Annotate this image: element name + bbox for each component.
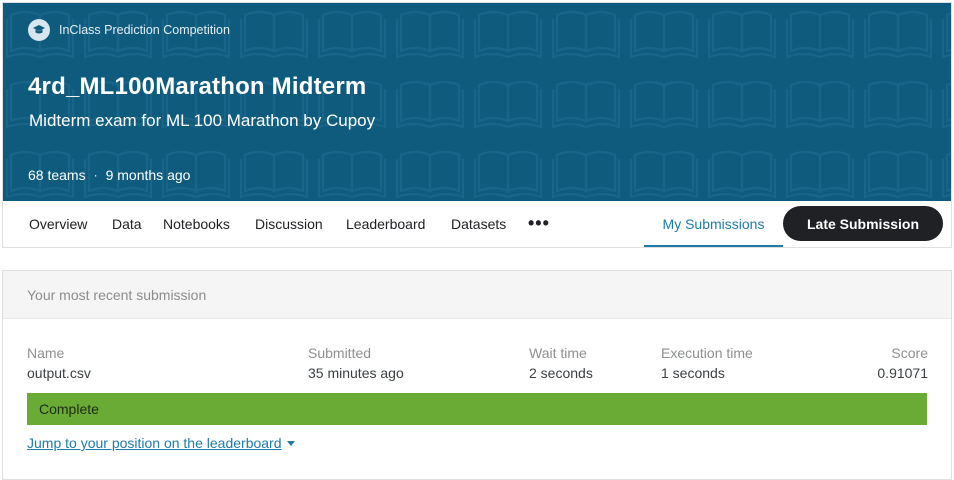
- submission-name-column: Name output.csv: [27, 345, 91, 381]
- tab-leaderboard[interactable]: Leaderboard: [346, 201, 425, 247]
- competition-tabs: Overview Data Notebooks Discussion Leade…: [3, 201, 951, 247]
- submission-status-bar: Complete: [27, 393, 927, 425]
- teams-count: 68 teams: [28, 167, 86, 183]
- caret-down-icon: [286, 440, 295, 446]
- competition-type-row: InClass Prediction Competition: [28, 19, 230, 41]
- submitted-label: Submitted: [308, 345, 372, 361]
- submitted-value: 35 minutes ago: [308, 365, 404, 381]
- name-value: output.csv: [27, 365, 91, 381]
- competition-banner: InClass Prediction Competition 4rd_ML100…: [3, 3, 951, 201]
- execution-time-label: Execution time: [661, 345, 753, 361]
- tab-discussion[interactable]: Discussion: [255, 201, 323, 247]
- competition-subtitle: Midterm exam for ML 100 Marathon by Cupo…: [29, 111, 376, 130]
- score-label: Score: [891, 345, 928, 361]
- submission-submitted-column: Submitted 35 minutes ago: [308, 345, 404, 381]
- jump-link-label: Jump to your position on the leaderboard: [27, 435, 282, 451]
- tab-my-submissions[interactable]: My Submissions: [644, 201, 783, 247]
- graduation-cap-icon: [28, 19, 50, 41]
- recent-submission-card: Your most recent submission Name output.…: [2, 270, 952, 480]
- wait-time-label: Wait time: [529, 345, 587, 361]
- wait-time-value: 2 seconds: [529, 365, 593, 381]
- submission-score-column: Score 0.91071: [877, 345, 928, 381]
- recent-submission-header: Your most recent submission: [3, 271, 951, 319]
- tab-data[interactable]: Data: [112, 201, 142, 247]
- late-submission-button[interactable]: Late Submission: [783, 206, 943, 241]
- submission-wait-column: Wait time 2 seconds: [529, 345, 593, 381]
- name-label: Name: [27, 345, 65, 361]
- tab-overview[interactable]: Overview: [29, 201, 87, 247]
- competition-meta: 68 teams · 9 months ago: [28, 167, 190, 183]
- tab-notebooks[interactable]: Notebooks: [163, 201, 230, 247]
- tab-datasets[interactable]: Datasets: [451, 201, 506, 247]
- competition-type-label: InClass Prediction Competition: [59, 23, 230, 37]
- execution-time-value: 1 seconds: [661, 365, 725, 381]
- score-value: 0.91071: [877, 365, 928, 381]
- competition-age: 9 months ago: [105, 167, 191, 183]
- meta-separator: ·: [93, 168, 98, 182]
- submission-execution-column: Execution time 1 seconds: [661, 345, 753, 381]
- jump-to-leaderboard-link[interactable]: Jump to your position on the leaderboard: [27, 435, 295, 451]
- competition-title: 4rd_ML100Marathon Midterm: [28, 73, 367, 100]
- competition-header-card: InClass Prediction Competition 4rd_ML100…: [2, 2, 952, 248]
- tab-more-menu[interactable]: •••: [528, 201, 550, 247]
